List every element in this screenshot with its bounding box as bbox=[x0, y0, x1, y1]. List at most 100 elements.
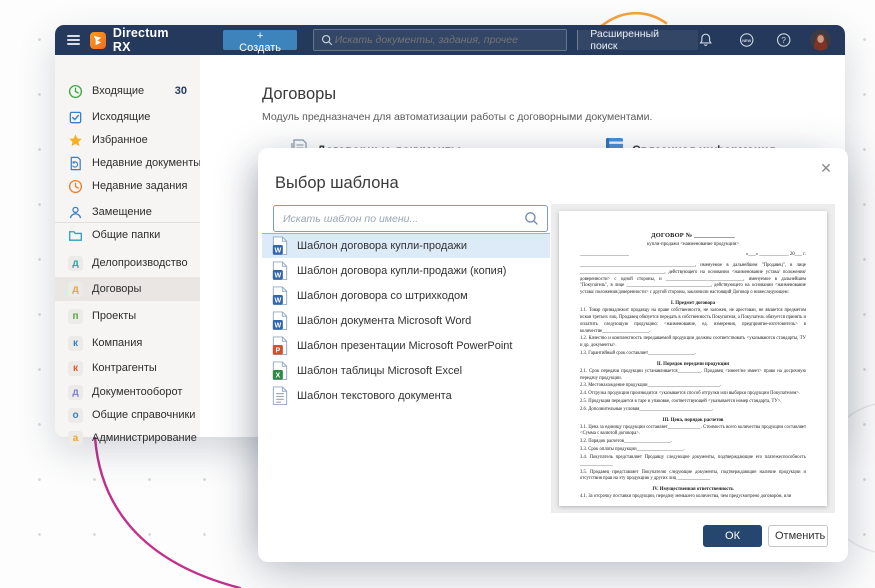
template-list-item[interactable]: X Шаблон таблицы Microsoft Excel bbox=[262, 358, 550, 383]
sidebar-item-label: Делопроизводство bbox=[92, 257, 188, 269]
template-list-item[interactable]: W Шаблон договора купли-продажи (копия) bbox=[262, 258, 550, 283]
template-list-item[interactable]: W Шаблон документа Microsoft Word bbox=[262, 308, 550, 333]
template-search bbox=[273, 205, 548, 232]
contract-heading: ДОГОВОР № ____________ bbox=[580, 232, 806, 239]
folder-icon bbox=[68, 228, 83, 243]
module-letter-icon: д bbox=[68, 385, 83, 400]
contract-line: 3.2. Порядок расчетов___________________… bbox=[580, 439, 806, 446]
sidebar-item[interactable]: Избранное bbox=[55, 128, 200, 152]
template-label: Шаблон презентации Microsoft PowerPoint bbox=[297, 340, 512, 352]
svg-text:NEW: NEW bbox=[742, 39, 751, 43]
text-file-icon bbox=[272, 386, 288, 406]
sidebar-item-label: Замещение bbox=[92, 206, 152, 218]
sidebar-module-item[interactable]: кКонтрагенты bbox=[55, 356, 200, 380]
sidebar-module-item[interactable]: о Общие справочники bbox=[55, 403, 200, 427]
sidebar-module-item[interactable]: дДокументооборот bbox=[55, 380, 200, 404]
svg-text:W: W bbox=[274, 271, 281, 279]
contract-heading: IV. Имущественная ответственность bbox=[580, 487, 806, 492]
sidebar-module-item[interactable]: а Администрирование bbox=[55, 426, 200, 450]
svg-text:P: P bbox=[275, 346, 280, 354]
template-picker-dialog: ✕ Выбор шаблона WШаблон договора купли-п… bbox=[258, 148, 848, 562]
sidebar-item[interactable]: Общие папки bbox=[55, 223, 200, 247]
template-label: Шаблон документа Microsoft Word bbox=[297, 315, 471, 327]
unread-count-badge: 30 bbox=[175, 85, 187, 97]
page-subtitle: Модуль предназначен для автоматизации ра… bbox=[262, 111, 652, 123]
recent-doc-icon bbox=[68, 156, 83, 171]
person-icon bbox=[68, 205, 83, 220]
sidebar-module-item[interactable]: дДоговоры bbox=[55, 277, 200, 301]
contract-heading: I. Предмет договора bbox=[580, 301, 806, 306]
sidebar-item[interactable]: Исходящие bbox=[55, 105, 200, 129]
avatar[interactable] bbox=[810, 29, 831, 51]
sidebar-item-label: Недавние документы bbox=[92, 157, 201, 169]
contract-line: 2.6. Дополнительные условия_____________… bbox=[580, 407, 806, 414]
svg-text:X: X bbox=[275, 371, 280, 379]
contract-line: 1.3. Гарантийный срок составляет________… bbox=[580, 351, 806, 358]
template-label: Шаблон договора купли-продажи (копия) bbox=[297, 265, 506, 277]
template-label: Шаблон таблицы Microsoft Excel bbox=[297, 365, 462, 377]
clock-green-icon bbox=[68, 84, 83, 99]
sidebar-item[interactable]: Недавние задания bbox=[55, 174, 200, 198]
template-list-item[interactable]: P Шаблон презентации Microsoft PowerPoint bbox=[262, 333, 550, 358]
template-label: Шаблон текстового документа bbox=[297, 390, 452, 402]
template-search-input[interactable] bbox=[274, 213, 524, 225]
sidebar-item-label: Администрирование bbox=[92, 432, 197, 444]
contract-line: 1.1. Товар принадлежит продавцу на праве… bbox=[580, 308, 806, 335]
template-label: Шаблон договора со штрихкодом bbox=[297, 290, 468, 302]
document-preview-page: ДОГОВОР № ____________купли-продажи <наи… bbox=[559, 211, 827, 506]
excel-file-icon: X bbox=[272, 361, 288, 381]
sidebar-item-label: Проекты bbox=[92, 310, 136, 322]
contract-heading: II. Порядок передачи продукции bbox=[580, 362, 806, 367]
word-file-icon: W bbox=[272, 286, 288, 306]
advanced-search-button[interactable]: Расширенный поиск bbox=[577, 30, 697, 50]
module-letter-icon: п bbox=[68, 309, 83, 324]
close-icon[interactable]: ✕ bbox=[818, 160, 834, 176]
contract-line: 2.5. Продукция передается в таре и упако… bbox=[580, 399, 806, 406]
clipboard-check-icon bbox=[68, 110, 83, 125]
sidebar-item-label: Недавние задания bbox=[92, 180, 187, 192]
word-file-icon: W bbox=[272, 311, 288, 331]
global-search bbox=[313, 29, 567, 51]
cancel-button[interactable]: Отменить bbox=[768, 525, 828, 547]
clock-orange-icon bbox=[68, 179, 83, 194]
contract-line: 3.5. Продавец представляет Покупателю сл… bbox=[580, 470, 806, 484]
sidebar-item-label: Избранное bbox=[92, 134, 148, 146]
template-list-item[interactable]: Шаблон текстового документа bbox=[262, 383, 550, 408]
sidebar-item[interactable]: Недавние документы bbox=[55, 151, 200, 175]
template-list-item[interactable]: WШаблон договора купли-продажи bbox=[262, 233, 550, 258]
module-letter-icon: о bbox=[68, 408, 83, 423]
contract-line: 2.3. Местонахождение продукции__________… bbox=[580, 383, 806, 390]
template-preview-pane: ДОГОВОР № ____________купли-продажи <наи… bbox=[551, 204, 835, 513]
contract-line: 2.4. Отгрузка продукции производится <ук… bbox=[580, 391, 806, 398]
app-logo-icon bbox=[90, 32, 106, 49]
sidebar-item-label: Договоры bbox=[92, 283, 141, 295]
global-search-input[interactable] bbox=[333, 34, 566, 46]
sidebar-item[interactable]: Входящие30 bbox=[55, 79, 200, 103]
sidebar: Входящие30Исходящие Избранное Недавние док… bbox=[55, 55, 200, 437]
sidebar-module-item[interactable]: кКомпания bbox=[55, 331, 200, 355]
template-list-item[interactable]: W Шаблон договора со штрихкодом bbox=[262, 283, 550, 308]
svg-text:W: W bbox=[274, 296, 281, 304]
sidebar-item-label: Общие справочники bbox=[92, 409, 195, 421]
contract-line: 1.2. Качество и комплектность передаваем… bbox=[580, 336, 806, 350]
sidebar-item-label: Контрагенты bbox=[92, 362, 157, 374]
dialog-title: Выбор шаблона bbox=[275, 174, 399, 193]
brand-title: Directum RX bbox=[113, 26, 187, 54]
sidebar-item[interactable]: Замещение bbox=[55, 200, 200, 224]
contract-line: ____________________«___» ____________ 2… bbox=[580, 252, 806, 257]
ok-button[interactable]: ОК bbox=[703, 525, 762, 547]
svg-text:W: W bbox=[274, 321, 281, 329]
whats-new-icon[interactable]: NEW bbox=[739, 32, 754, 48]
contract-line: 3.3. Срок оплаты продукции______________… bbox=[580, 447, 806, 454]
sidebar-divider bbox=[55, 222, 200, 223]
template-label: Шаблон договора купли-продажи bbox=[297, 240, 467, 252]
module-letter-icon: а bbox=[68, 431, 83, 446]
menu-icon[interactable] bbox=[67, 33, 80, 47]
search-icon bbox=[321, 34, 333, 46]
create-button[interactable]: + Создать bbox=[223, 30, 296, 50]
contract-line: 2.1. Срок передачи продукции устанавлива… bbox=[580, 369, 806, 383]
sidebar-module-item[interactable]: дДелопроизводство bbox=[55, 251, 200, 275]
help-icon[interactable]: ? bbox=[776, 32, 791, 48]
notifications-icon[interactable] bbox=[698, 32, 713, 48]
sidebar-module-item[interactable]: п Проекты bbox=[55, 304, 200, 328]
